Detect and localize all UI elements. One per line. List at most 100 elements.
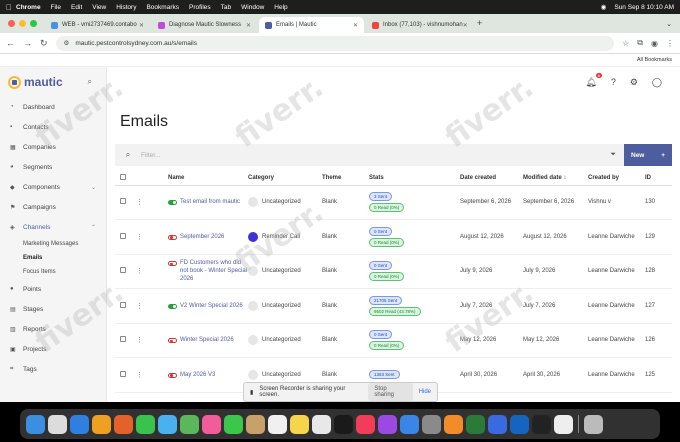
col-date-created[interactable]: Date created bbox=[460, 171, 523, 186]
notes-icon[interactable] bbox=[290, 414, 309, 434]
search-icon[interactable]: ⌕ bbox=[88, 77, 92, 87]
reminders-icon[interactable] bbox=[312, 414, 331, 434]
word-icon[interactable] bbox=[510, 414, 529, 434]
notifications-icon[interactable]: 🔔︎ 8 bbox=[585, 72, 602, 88]
preview-icon[interactable] bbox=[554, 414, 573, 434]
contacts-app-icon[interactable] bbox=[246, 414, 265, 434]
email-name-link[interactable]: Test email from mautic bbox=[180, 198, 240, 206]
publish-toggle-icon[interactable] bbox=[168, 261, 177, 267]
profile-icon[interactable]: ◉ bbox=[651, 39, 658, 48]
sidebar-item-points[interactable]: ● Points bbox=[0, 279, 106, 299]
wifi-icon[interactable]: ◉ bbox=[601, 3, 607, 11]
system-settings-icon[interactable] bbox=[422, 414, 441, 434]
row-menu-icon[interactable]: ⋮ bbox=[136, 303, 143, 310]
sidebar-item-channels[interactable]: ◈ Channels ⌃ bbox=[0, 217, 106, 237]
hide-banner-link[interactable]: Hide bbox=[419, 389, 431, 395]
help-icon[interactable]: ? bbox=[611, 77, 616, 87]
menu-edit[interactable]: Edit bbox=[71, 4, 82, 11]
email-name-link[interactable]: September 2026 bbox=[180, 233, 224, 241]
menu-app-name[interactable]: Chrome bbox=[16, 4, 41, 11]
email-name-link[interactable]: May 2026 V3 bbox=[180, 371, 215, 379]
sidebar-subitem-focus-items[interactable]: Focus Items bbox=[0, 265, 106, 279]
menu-tab[interactable]: Tab bbox=[221, 4, 231, 11]
publish-toggle-icon[interactable] bbox=[168, 200, 177, 206]
minimize-window-icon[interactable] bbox=[19, 20, 26, 27]
col-id[interactable]: ID bbox=[645, 171, 672, 186]
new-email-button[interactable]: New + bbox=[624, 144, 672, 166]
browser-tab[interactable]: Diagnose Mautic Slowness ✕ bbox=[152, 17, 257, 33]
terminal-icon[interactable] bbox=[532, 414, 551, 434]
sent-stat-badge[interactable]: 21705 Sent bbox=[369, 295, 403, 305]
back-icon[interactable]: ← bbox=[6, 38, 15, 48]
publish-toggle-icon[interactable] bbox=[168, 372, 177, 378]
extensions-icon[interactable]: ⧉ bbox=[637, 38, 643, 48]
publish-toggle-icon[interactable] bbox=[168, 338, 177, 344]
firefox-icon[interactable] bbox=[114, 414, 133, 434]
sent-stat-badge[interactable]: 0 Sent bbox=[369, 330, 393, 340]
bookmark-star-icon[interactable]: ☆ bbox=[622, 39, 629, 48]
sidebar-item-tags[interactable]: ⌗ Tags bbox=[0, 359, 106, 379]
apple-icon[interactable]:  bbox=[6, 3, 16, 12]
messages-icon[interactable] bbox=[136, 414, 155, 434]
reload-icon[interactable]: ↻ bbox=[40, 38, 48, 49]
user-avatar-icon[interactable]: ◯ bbox=[652, 77, 662, 88]
publish-toggle-icon[interactable] bbox=[168, 234, 177, 240]
col-name[interactable]: Name bbox=[168, 171, 248, 186]
menu-window[interactable]: Window bbox=[241, 4, 264, 11]
email-name-link[interactable]: FD Customers who did not book - Winter S… bbox=[180, 259, 248, 283]
sent-stat-badge[interactable]: 0 Sent bbox=[369, 226, 393, 236]
filter-input[interactable]: Filter... bbox=[141, 152, 161, 159]
col-category[interactable]: Category bbox=[248, 171, 322, 186]
tab-search-icon[interactable]: ⌄ bbox=[666, 20, 672, 28]
close-tab-icon[interactable]: ✕ bbox=[139, 22, 144, 29]
publish-toggle-icon[interactable] bbox=[168, 303, 177, 309]
menu-file[interactable]: File bbox=[51, 4, 61, 11]
sidebar-item-projects[interactable]: ▣ Projects bbox=[0, 339, 106, 359]
tv-icon[interactable] bbox=[334, 414, 353, 434]
menu-view[interactable]: View bbox=[92, 4, 106, 11]
podcasts-icon[interactable] bbox=[378, 414, 397, 434]
menu-help[interactable]: Help bbox=[274, 4, 287, 11]
sent-stat-badge[interactable]: 3 Sent bbox=[369, 192, 393, 202]
sidebar-item-campaigns[interactable]: ⚑ Campaigns bbox=[0, 197, 106, 217]
sent-stat-badge[interactable]: 1353 Sent bbox=[369, 370, 400, 380]
row-checkbox[interactable] bbox=[120, 198, 126, 205]
col-created-by[interactable]: Created by bbox=[588, 171, 645, 186]
email-name-link[interactable]: Winter Special 2026 bbox=[180, 336, 234, 344]
trash-icon[interactable] bbox=[584, 414, 603, 434]
browser-tab[interactable]: WEB - vmi2737469.contabo ✕ bbox=[45, 17, 150, 33]
row-checkbox[interactable] bbox=[120, 336, 126, 343]
mail-icon[interactable] bbox=[158, 414, 177, 434]
url-field[interactable]: ⚙ mautic.pestcontrolsydney.com.au/s/emai… bbox=[55, 35, 615, 51]
finder-icon[interactable] bbox=[26, 414, 45, 434]
sidebar-item-companies[interactable]: ▦ Companies bbox=[0, 137, 106, 157]
photos-icon[interactable] bbox=[202, 414, 221, 434]
calendar-icon[interactable] bbox=[268, 414, 287, 434]
close-tab-icon[interactable]: ✕ bbox=[246, 22, 251, 29]
sidebar-item-dashboard[interactable]: ◔ Dashboard bbox=[0, 97, 106, 117]
menu-history[interactable]: History bbox=[116, 4, 136, 11]
row-checkbox[interactable] bbox=[120, 267, 126, 274]
clock-text[interactable]: Sun Sep 8 10:10 AM bbox=[614, 4, 674, 11]
select-all-checkbox[interactable] bbox=[120, 173, 126, 180]
row-checkbox[interactable] bbox=[120, 370, 126, 377]
row-menu-icon[interactable]: ⋮ bbox=[136, 337, 143, 344]
close-tab-icon[interactable]: ✕ bbox=[353, 22, 358, 29]
safari-icon[interactable] bbox=[70, 414, 89, 434]
menu-bookmarks[interactable]: Bookmarks bbox=[146, 4, 179, 11]
read-stat-badge[interactable]: 9502 Read (43.78%) bbox=[369, 306, 421, 316]
row-menu-icon[interactable]: ⋮ bbox=[136, 372, 143, 379]
row-menu-icon[interactable]: ⋮ bbox=[136, 234, 143, 241]
sidebar-item-components[interactable]: ◆ Components ⌄ bbox=[0, 177, 106, 197]
music-icon[interactable] bbox=[356, 414, 375, 434]
browser-tab[interactable]: Inbox (77,103) - vishnumohan ✕ bbox=[366, 17, 471, 33]
forward-icon[interactable]: → bbox=[23, 38, 32, 48]
pages-icon[interactable] bbox=[444, 414, 463, 434]
chrome-icon[interactable] bbox=[92, 414, 111, 434]
new-tab-icon[interactable]: + bbox=[477, 18, 482, 28]
row-checkbox[interactable] bbox=[120, 232, 126, 239]
app-store-icon[interactable] bbox=[400, 414, 419, 434]
sidebar-item-contacts[interactable]: ▪ Contacts bbox=[0, 117, 106, 137]
maps-icon[interactable] bbox=[180, 414, 199, 434]
browser-tab-active[interactable]: Emails | Mautic ✕ bbox=[259, 17, 364, 33]
